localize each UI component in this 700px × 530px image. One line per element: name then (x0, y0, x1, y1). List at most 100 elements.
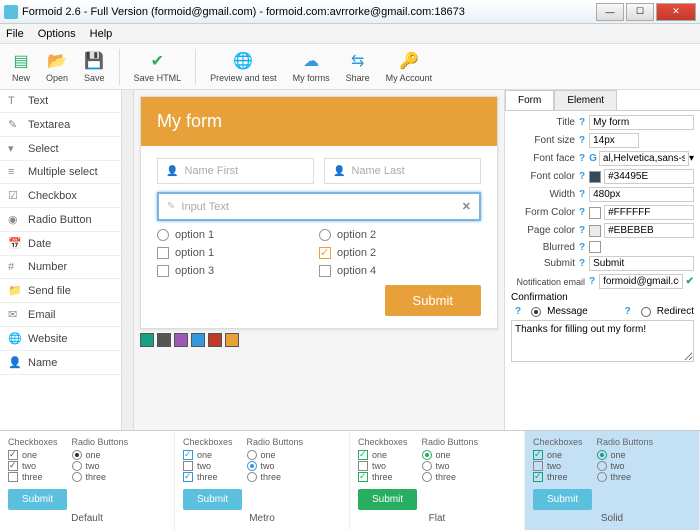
theme-checkbox[interactable]: two (358, 461, 408, 471)
theme-radio[interactable]: two (72, 461, 129, 471)
theme-checkbox[interactable]: two (183, 461, 233, 471)
palette-swatch[interactable] (140, 333, 154, 347)
sidebar-item[interactable]: ◉Radio Button (0, 208, 121, 232)
theme-submit-button[interactable]: Submit (358, 489, 417, 510)
fontcolor-input[interactable] (604, 169, 694, 184)
myforms-button[interactable]: ☁My forms (287, 49, 336, 85)
help-icon[interactable]: ? (579, 258, 585, 269)
confirmation-message[interactable]: Thanks for filling out my form! (511, 320, 694, 362)
theme-radio[interactable]: three (422, 472, 479, 482)
help-icon[interactable]: ? (579, 242, 585, 253)
account-button[interactable]: 🔑My Account (380, 49, 439, 85)
checkbox-option4[interactable]: option 4 (319, 265, 481, 277)
checkbox-option1[interactable]: option 1 (157, 247, 319, 259)
maximize-button[interactable]: ☐ (626, 3, 654, 21)
sidebar-item[interactable]: 🌐Website (0, 327, 121, 351)
theme-checkbox[interactable]: three (8, 472, 58, 482)
sidebar-item[interactable]: 📁Send file (0, 279, 121, 303)
theme-radio[interactable]: one (72, 450, 129, 460)
sidebar-item[interactable]: #Number (0, 256, 121, 279)
theme-radio[interactable]: three (597, 472, 654, 482)
help-icon[interactable]: ? (625, 306, 631, 317)
menu-file[interactable]: File (6, 28, 24, 40)
tab-element[interactable]: Element (554, 90, 617, 110)
google-fonts-icon[interactable]: G (589, 153, 597, 164)
theme-radio[interactable]: two (597, 461, 654, 471)
theme-radio[interactable]: three (72, 472, 129, 482)
theme-radio[interactable]: one (247, 450, 304, 460)
fontface-select[interactable] (599, 151, 689, 166)
pagecolor-input[interactable] (604, 223, 694, 238)
palette-swatch[interactable] (225, 333, 239, 347)
palette-swatch[interactable] (191, 333, 205, 347)
open-button[interactable]: 📂Open (40, 49, 74, 85)
help-icon[interactable]: ? (579, 117, 585, 128)
theme-submit-button[interactable]: Submit (183, 489, 242, 510)
radio-option2[interactable]: option 2 (319, 229, 481, 241)
theme-radio[interactable]: two (247, 461, 304, 471)
tab-form[interactable]: Form (505, 90, 554, 110)
theme-checkbox[interactable]: two (533, 461, 583, 471)
help-icon[interactable]: ? (579, 207, 585, 218)
menu-options[interactable]: Options (38, 28, 76, 40)
sidebar-item[interactable]: 📅Date (0, 232, 121, 256)
sidebar-item[interactable]: 👤Name (0, 351, 121, 375)
minimize-button[interactable]: — (596, 3, 624, 21)
sidebar-item[interactable]: TText (0, 90, 121, 113)
chevron-down-icon[interactable]: ▾ (689, 153, 694, 164)
form-submit-button[interactable]: Submit (385, 285, 481, 316)
palette-swatch[interactable] (208, 333, 222, 347)
savehtml-button[interactable]: ✔Save HTML (128, 49, 188, 85)
palette-swatch[interactable] (157, 333, 171, 347)
checkbox-option2[interactable]: option 2 (319, 247, 481, 259)
help-icon[interactable]: ? (579, 153, 585, 164)
theme-default[interactable]: CheckboxesonetwothreeRadio Buttonsonetwo… (0, 431, 175, 530)
menu-help[interactable]: Help (90, 28, 113, 40)
help-icon[interactable]: ? (589, 276, 595, 287)
email-input[interactable] (599, 274, 683, 289)
sidebar-item[interactable]: ✎Textarea (0, 113, 121, 137)
theme-submit-button[interactable]: Submit (533, 489, 592, 510)
color-swatch[interactable] (589, 207, 601, 219)
theme-checkbox[interactable]: three (358, 472, 408, 482)
new-button[interactable]: ▤New (6, 49, 36, 85)
theme-checkbox[interactable]: one (533, 450, 583, 460)
preview-button[interactable]: 🌐Preview and test (204, 49, 283, 85)
theme-checkbox[interactable]: three (183, 472, 233, 482)
theme-submit-button[interactable]: Submit (8, 489, 67, 510)
theme-flat[interactable]: CheckboxesonetwothreeRadio Buttonsonetwo… (350, 431, 525, 530)
color-swatch[interactable] (589, 171, 601, 183)
save-button[interactable]: 💾Save (78, 49, 111, 85)
help-icon[interactable]: ? (579, 225, 585, 236)
width-input[interactable] (589, 187, 694, 202)
redirect-radio[interactable] (641, 307, 651, 317)
theme-solid[interactable]: CheckboxesonetwothreeRadio Buttonsonetwo… (525, 431, 700, 530)
theme-radio[interactable]: three (247, 472, 304, 482)
theme-radio[interactable]: one (597, 450, 654, 460)
help-icon[interactable]: ? (579, 189, 585, 200)
scrollbar[interactable] (122, 90, 134, 430)
palette-swatch[interactable] (174, 333, 188, 347)
sidebar-item[interactable]: ▾Select (0, 137, 121, 161)
theme-radio[interactable]: two (422, 461, 479, 471)
theme-checkbox[interactable]: one (358, 450, 408, 460)
theme-checkbox[interactable]: three (533, 472, 583, 482)
message-radio[interactable] (531, 307, 541, 317)
theme-radio[interactable]: one (422, 450, 479, 460)
close-button[interactable]: ✕ (656, 3, 696, 21)
radio-option1[interactable]: option 1 (157, 229, 319, 241)
help-icon[interactable]: ? (515, 306, 521, 317)
theme-checkbox[interactable]: one (8, 450, 58, 460)
name-first-input[interactable]: 👤Name First (157, 158, 314, 184)
help-icon[interactable]: ? (579, 135, 585, 146)
theme-checkbox[interactable]: one (183, 450, 233, 460)
share-button[interactable]: ⇆Share (340, 49, 376, 85)
title-input[interactable] (589, 115, 694, 130)
form-title[interactable]: My form (141, 97, 497, 146)
submit-input[interactable] (589, 256, 694, 271)
theme-metro[interactable]: CheckboxesonetwothreeRadio Buttonsonetwo… (175, 431, 350, 530)
fontsize-input[interactable] (589, 133, 639, 148)
sidebar-item[interactable]: ☑Checkbox (0, 184, 121, 208)
color-swatch[interactable] (589, 225, 601, 237)
theme-checkbox[interactable]: two (8, 461, 58, 471)
